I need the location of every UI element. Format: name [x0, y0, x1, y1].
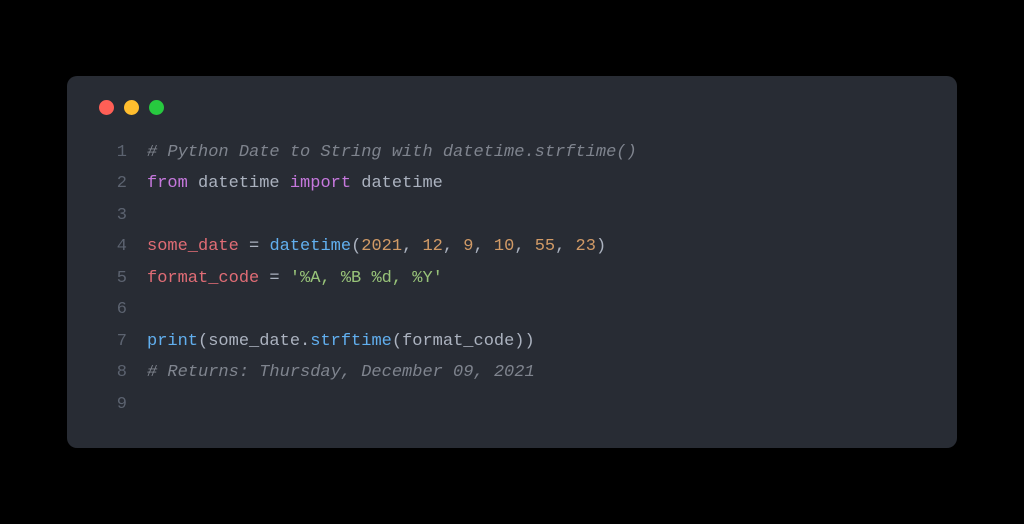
code-line: 5 format_code = '%A, %B %d, %Y': [95, 263, 929, 294]
line-number: 3: [95, 200, 127, 231]
code-block: 1 # Python Date to String with datetime.…: [95, 137, 929, 420]
paren-token: ): [596, 237, 606, 256]
line-number: 7: [95, 326, 127, 357]
comment-token: # Returns: Thursday, December 09, 2021: [147, 363, 535, 382]
maximize-icon[interactable]: [149, 100, 164, 115]
operator-token: =: [259, 269, 290, 288]
method-token: strftime: [310, 332, 392, 351]
argument-token: format_code: [402, 332, 514, 351]
line-content: # Returns: Thursday, December 09, 2021: [147, 357, 535, 388]
keyword-token: import: [290, 174, 351, 193]
variable-token: some_date: [147, 237, 239, 256]
line-content: print(some_date.strftime(format_code)): [147, 326, 535, 357]
code-line: 7 print(some_date.strftime(format_code)): [95, 326, 929, 357]
function-token: datetime: [269, 237, 351, 256]
number-token: 55: [535, 237, 555, 256]
code-line: 4 some_date = datetime(2021, 12, 9, 10, …: [95, 231, 929, 262]
comma-token: ,: [514, 237, 534, 256]
number-token: 2021: [361, 237, 402, 256]
paren-token: (: [198, 332, 208, 351]
comma-token: ,: [474, 237, 494, 256]
code-line: 8 # Returns: Thursday, December 09, 2021: [95, 357, 929, 388]
module-token: datetime: [361, 174, 443, 193]
comma-token: ,: [402, 237, 422, 256]
paren-token: ): [514, 332, 524, 351]
comma-token: ,: [555, 237, 575, 256]
line-content: # Python Date to String with datetime.st…: [147, 137, 637, 168]
line-number: 1: [95, 137, 127, 168]
module-token: datetime: [198, 174, 280, 193]
number-token: 23: [576, 237, 596, 256]
argument-token: some_date: [208, 332, 300, 351]
number-token: 10: [494, 237, 514, 256]
paren-token: (: [392, 332, 402, 351]
line-content: some_date = datetime(2021, 12, 9, 10, 55…: [147, 231, 606, 262]
window-traffic-lights: [95, 100, 929, 115]
builtin-token: print: [147, 332, 198, 351]
keyword-token: from: [147, 174, 188, 193]
number-token: 12: [422, 237, 442, 256]
dot-token: .: [300, 332, 310, 351]
number-token: 9: [463, 237, 473, 256]
operator-token: =: [239, 237, 270, 256]
string-token: '%A, %B %d, %Y': [290, 269, 443, 288]
paren-token: (: [351, 237, 361, 256]
code-line: 9: [95, 389, 929, 420]
code-line: 1 # Python Date to String with datetime.…: [95, 137, 929, 168]
code-window: 1 # Python Date to String with datetime.…: [67, 76, 957, 448]
close-icon[interactable]: [99, 100, 114, 115]
line-number: 4: [95, 231, 127, 262]
line-number: 2: [95, 168, 127, 199]
line-content: format_code = '%A, %B %d, %Y': [147, 263, 443, 294]
line-number: 6: [95, 294, 127, 325]
line-number: 8: [95, 357, 127, 388]
code-line: 3: [95, 200, 929, 231]
line-number: 5: [95, 263, 127, 294]
paren-token: ): [525, 332, 535, 351]
line-number: 9: [95, 389, 127, 420]
comment-token: # Python Date to String with datetime.st…: [147, 143, 637, 162]
line-content: from datetime import datetime: [147, 168, 443, 199]
code-line: 2 from datetime import datetime: [95, 168, 929, 199]
variable-token: format_code: [147, 269, 259, 288]
code-line: 6: [95, 294, 929, 325]
comma-token: ,: [443, 237, 463, 256]
minimize-icon[interactable]: [124, 100, 139, 115]
